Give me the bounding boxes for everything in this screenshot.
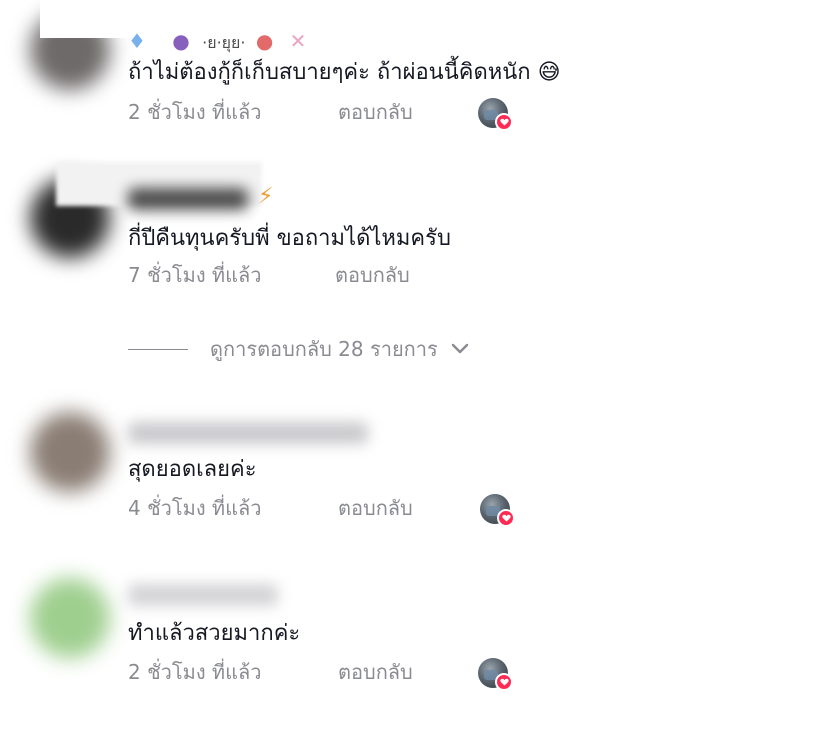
- watermelon-icon: ●: [255, 29, 274, 53]
- droplet-icon: ♦: [128, 29, 146, 53]
- comment-text: สุดยอดเลยค่ะ: [128, 457, 257, 482]
- creator-liked-badge: [480, 494, 515, 527]
- comment-text: ทำแล้วสวยมากค่ะ: [128, 621, 301, 646]
- comment-time: 2 ชั่วโมง ที่แล้ว: [128, 100, 262, 124]
- comment-text: กี่ปีคืนทุนครับพี่ ขอถามได้ไหมครับ: [128, 226, 451, 251]
- commenter-name-fragment: ·ย·ยุย·: [202, 33, 246, 52]
- view-replies-label: ดูการตอบกลับ 28 รายการ: [210, 337, 438, 361]
- heart-icon: [495, 673, 513, 691]
- divider-line: [128, 348, 188, 350]
- heart-icon: [497, 509, 515, 527]
- commenter-avatar[interactable]: [30, 578, 110, 658]
- comment-time: 7 ชั่วโมง ที่แล้ว: [128, 263, 262, 287]
- lightning-icon: ⚡: [258, 184, 274, 209]
- lollipop-icon: ✕: [289, 29, 307, 53]
- heart-icon: [495, 113, 513, 131]
- commenter-avatar[interactable]: [30, 412, 110, 492]
- chevron-down-icon: [451, 343, 468, 354]
- reply-button[interactable]: ตอบกลับ: [338, 658, 413, 686]
- comment-time: 2 ชั่วโมง ที่แล้ว: [128, 660, 262, 684]
- commenter-name-blurred: [128, 422, 368, 444]
- comment-text: ถ้าไม่ต้องกู้ก็เก็บสบายๆค่ะ ถ้าผ่อนนี้คิ…: [128, 60, 561, 85]
- commenter-name-blurred: [128, 188, 248, 210]
- creator-liked-badge: [478, 658, 513, 691]
- commenter-name-blurred: [128, 584, 278, 606]
- grape-icon: ●: [172, 29, 190, 53]
- reply-button[interactable]: ตอบกลับ: [335, 261, 410, 289]
- view-replies-button[interactable]: ดูการตอบกลับ 28 รายการ: [128, 334, 470, 364]
- commenter-name-emojis: ♦ ● ·ย·ยุย· ● ✕: [128, 30, 306, 54]
- reply-button[interactable]: ตอบกลับ: [338, 98, 413, 126]
- creator-liked-badge: [478, 98, 513, 131]
- comment-time: 4 ชั่วโมง ที่แล้ว: [128, 496, 262, 520]
- reply-button[interactable]: ตอบกลับ: [338, 494, 413, 522]
